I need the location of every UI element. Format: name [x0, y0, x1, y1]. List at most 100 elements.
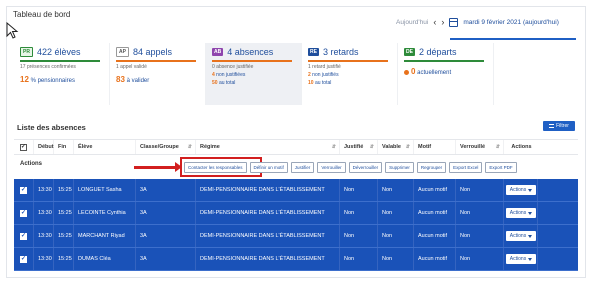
calendar-icon[interactable] — [449, 18, 459, 27]
cell-justifie: Non — [340, 225, 378, 247]
row-checkbox[interactable]: ✓ — [14, 202, 34, 224]
row-checkbox[interactable]: ✓ — [14, 248, 34, 270]
card-departs[interactable]: DE 2 départs 0 actuellement — [398, 43, 494, 105]
card-retards[interactable]: RE 3 retards 1 retard justifié 2 non just… — [302, 43, 398, 105]
lock-button[interactable]: Verrouiller — [317, 162, 346, 173]
select-all-checkbox[interactable]: ✓ — [14, 140, 34, 154]
filter-label: Filtrer — [556, 123, 569, 129]
row-actions-cell: Actions — [504, 248, 538, 270]
cell-justifie: Non — [340, 179, 378, 201]
card-value: 4 absences — [227, 47, 274, 57]
cell-verrouille: Non — [456, 248, 504, 270]
filter-button[interactable]: Filtrer — [543, 121, 575, 131]
justify-button[interactable]: Justifier — [290, 162, 315, 173]
today-link[interactable]: Aujourd'hui — [396, 19, 428, 26]
row-actions-dropdown[interactable]: Actions — [505, 208, 537, 218]
cell-classe: 3A — [136, 202, 196, 224]
table-row[interactable]: ✓ 13:30 15:25 MARCHANT Riyad 3A DEMI-PEN… — [14, 225, 578, 248]
caret-down-icon — [528, 257, 533, 261]
col-classe[interactable]: Classe/Groupe ⇵ — [136, 140, 196, 154]
cell-classe: 3A — [136, 248, 196, 270]
col-valable[interactable]: Valable ⇵ — [378, 140, 414, 154]
contact-responsables-button[interactable]: Contacter les responsables — [184, 162, 247, 173]
cell-eleve: DUMAS Cléa — [74, 248, 136, 270]
actions-label: Actions — [20, 161, 43, 167]
delete-button[interactable]: Supprimer — [385, 162, 414, 173]
col-motif[interactable]: Motif — [414, 140, 456, 154]
cell-fin: 15:25 — [54, 225, 74, 247]
chevron-left-icon[interactable]: ‹ — [433, 18, 436, 27]
card-badge: AB — [212, 48, 224, 56]
card-badge: PR — [20, 47, 33, 57]
cell-motif: Aucun motif — [414, 248, 456, 270]
cell-verrouille: Non — [456, 202, 504, 224]
cell-debut: 13:30 — [34, 179, 54, 201]
card-sub: 1 appel validé — [116, 64, 147, 70]
cell-valable: Non — [378, 179, 414, 201]
col-regime[interactable]: Régime ⇵ — [196, 140, 340, 154]
col-verrouille[interactable]: Verrouillé ⇵ — [456, 140, 504, 154]
export-pdf-button[interactable]: Export PDF — [485, 162, 517, 173]
col-debut[interactable]: Début — [34, 140, 54, 154]
cell-justifie: Non — [340, 202, 378, 224]
cell-classe: 3A — [136, 225, 196, 247]
cell-motif: Aucun motif — [414, 179, 456, 201]
define-motif-button[interactable]: Définir un motif — [249, 162, 288, 173]
table-row[interactable]: ✓ 13:30 15:25 DUMAS Cléa 3A DEMI-PENSION… — [14, 248, 578, 271]
cell-debut: 13:30 — [34, 248, 54, 270]
export-excel-button[interactable]: Export Excel — [449, 162, 483, 173]
card-value: 422 élèves — [36, 47, 81, 57]
mouse-cursor-icon — [6, 22, 19, 39]
cell-regime: DEMI-PENSIONNAIRE DANS L'ÉTABLISSEMENT — [196, 179, 340, 201]
chevron-right-icon[interactable]: › — [441, 18, 444, 27]
table-row[interactable]: ✓ 13:30 15:25 LONGUET Sasha 3A DEMI-PENS… — [14, 179, 578, 202]
cell-eleve: LONGUET Sasha — [74, 179, 136, 201]
table-row[interactable]: ✓ 13:30 15:25 LECOINTE Cynthia 3A DEMI-P… — [14, 202, 578, 225]
card-sub: 0 absence justifiée — [212, 64, 254, 70]
row-actions-dropdown[interactable]: Actions — [505, 185, 537, 195]
cell-justifie: Non — [340, 248, 378, 270]
unlock-button[interactable]: Déverrouiller — [348, 162, 383, 173]
card-value: 3 retards — [322, 47, 359, 57]
group-button[interactable]: Regrouper — [416, 162, 447, 173]
row-actions-cell: Actions — [504, 179, 538, 201]
card-absences[interactable]: AB 4 absences 0 absence justifiée 4 non j… — [206, 43, 302, 105]
caret-down-icon — [528, 211, 533, 215]
date-navigation: Aujourd'hui ‹ › mardi 9 février 2021 (au… — [396, 18, 559, 27]
card-bar — [308, 60, 388, 62]
card-value: 84 appels — [132, 47, 172, 57]
red-arrow-annotation — [134, 162, 182, 172]
card-appels[interactable]: AP 84 appels 1 appel validé 83 à valider — [110, 43, 206, 105]
stat-cards: PR 422 élèves 17 présences confirmées 12 … — [14, 43, 494, 105]
list-title: Liste des absences — [17, 123, 86, 132]
sort-icon: ⇵ — [369, 144, 374, 150]
row-checkbox[interactable]: ✓ — [14, 179, 34, 201]
col-justifie[interactable]: Justifié ⇵ — [340, 140, 378, 154]
col-fin[interactable]: Fin — [54, 140, 74, 154]
card-badge: DE — [404, 48, 415, 56]
row-actions-dropdown[interactable]: Actions — [505, 231, 537, 241]
cell-regime: DEMI-PENSIONNAIRE DANS L'ÉTABLISSEMENT — [196, 248, 340, 270]
cell-regime: DEMI-PENSIONNAIRE DANS L'ÉTABLISSEMENT — [196, 225, 340, 247]
sort-icon: ⇵ — [405, 144, 410, 150]
cell-valable: Non — [378, 248, 414, 270]
row-checkbox[interactable]: ✓ — [14, 225, 34, 247]
col-eleve[interactable]: Élève — [74, 140, 136, 154]
card-sub: 1 retard justifié — [308, 64, 341, 70]
card-bar — [212, 60, 292, 62]
cell-valable: Non — [378, 225, 414, 247]
card-presences[interactable]: PR 422 élèves 17 présences confirmées 12 … — [14, 43, 110, 105]
sort-icon: ⇵ — [331, 144, 336, 150]
cell-regime: DEMI-PENSIONNAIRE DANS L'ÉTABLISSEMENT — [196, 202, 340, 224]
cell-fin: 15:25 — [54, 202, 74, 224]
cell-debut: 13:30 — [34, 225, 54, 247]
page-title: Tableau de bord — [13, 10, 71, 19]
cell-motif: Aucun motif — [414, 202, 456, 224]
cell-verrouille: Non — [456, 179, 504, 201]
card-badge: AP — [116, 47, 129, 57]
card-line3: 50 au total — [212, 80, 236, 86]
row-actions-dropdown[interactable]: Actions — [505, 254, 537, 264]
current-date[interactable]: mardi 9 février 2021 (aujourd'hui) — [463, 19, 559, 26]
cell-eleve: MARCHANT Riyad — [74, 225, 136, 247]
card-line2: 4 non justifiées — [212, 72, 246, 78]
